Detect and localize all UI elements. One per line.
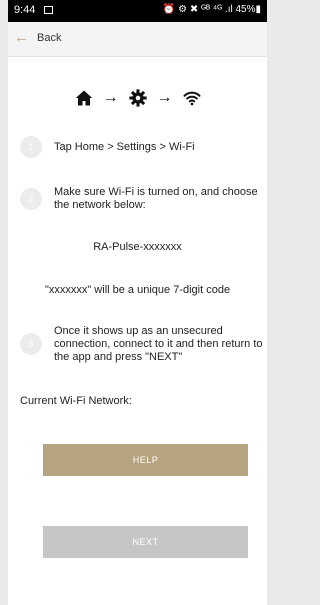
status-bar: 9:44 ⏰ ⚙ ✖ ᴳᴮ ⁴ᴳ .ıl 45%▮	[8, 0, 267, 22]
step-3-number: 3	[20, 333, 42, 355]
step-1-number: 1	[20, 136, 42, 158]
status-icons: ⏰ ⚙ ✖ ᴳᴮ ⁴ᴳ .ıl 45%▮	[162, 4, 261, 15]
arrow-right-icon: →	[102, 89, 119, 106]
settings-icon	[128, 89, 147, 107]
step-3-text: Once it shows up as an unsecured connect…	[54, 325, 263, 363]
arrow-right-icon: →	[156, 89, 173, 106]
code-note: "xxxxxxx" will be a unique 7-digit code	[44, 284, 231, 296]
network-name: RA-Pulse-xxxxxxx	[93, 241, 182, 253]
step-1-text: Tap Home > Settings > Wi-Fi	[54, 141, 195, 153]
current-network-label: Current Wi-Fi Network:	[20, 395, 132, 407]
help-button[interactable]: HELP	[43, 444, 248, 476]
status-time: 9:44	[14, 4, 36, 16]
next-button[interactable]: NEXT	[43, 526, 248, 558]
back-label: Back	[37, 32, 62, 44]
app-bar: ← Back	[8, 22, 267, 57]
instruction-icons: → →	[8, 86, 267, 110]
back-button[interactable]: ← Back	[14, 30, 61, 46]
home-icon	[75, 90, 92, 106]
step-2-text: Make sure Wi-Fi is turned on, and choose…	[54, 186, 258, 211]
step-2-number: 2	[20, 188, 42, 210]
back-arrow-icon: ←	[14, 29, 29, 46]
wifi-icon	[183, 91, 200, 106]
image-notification-icon	[44, 6, 53, 14]
phone-screen: 9:44 ⏰ ⚙ ✖ ᴳᴮ ⁴ᴳ .ıl 45%▮ ← Back → → 1 T…	[8, 0, 267, 605]
